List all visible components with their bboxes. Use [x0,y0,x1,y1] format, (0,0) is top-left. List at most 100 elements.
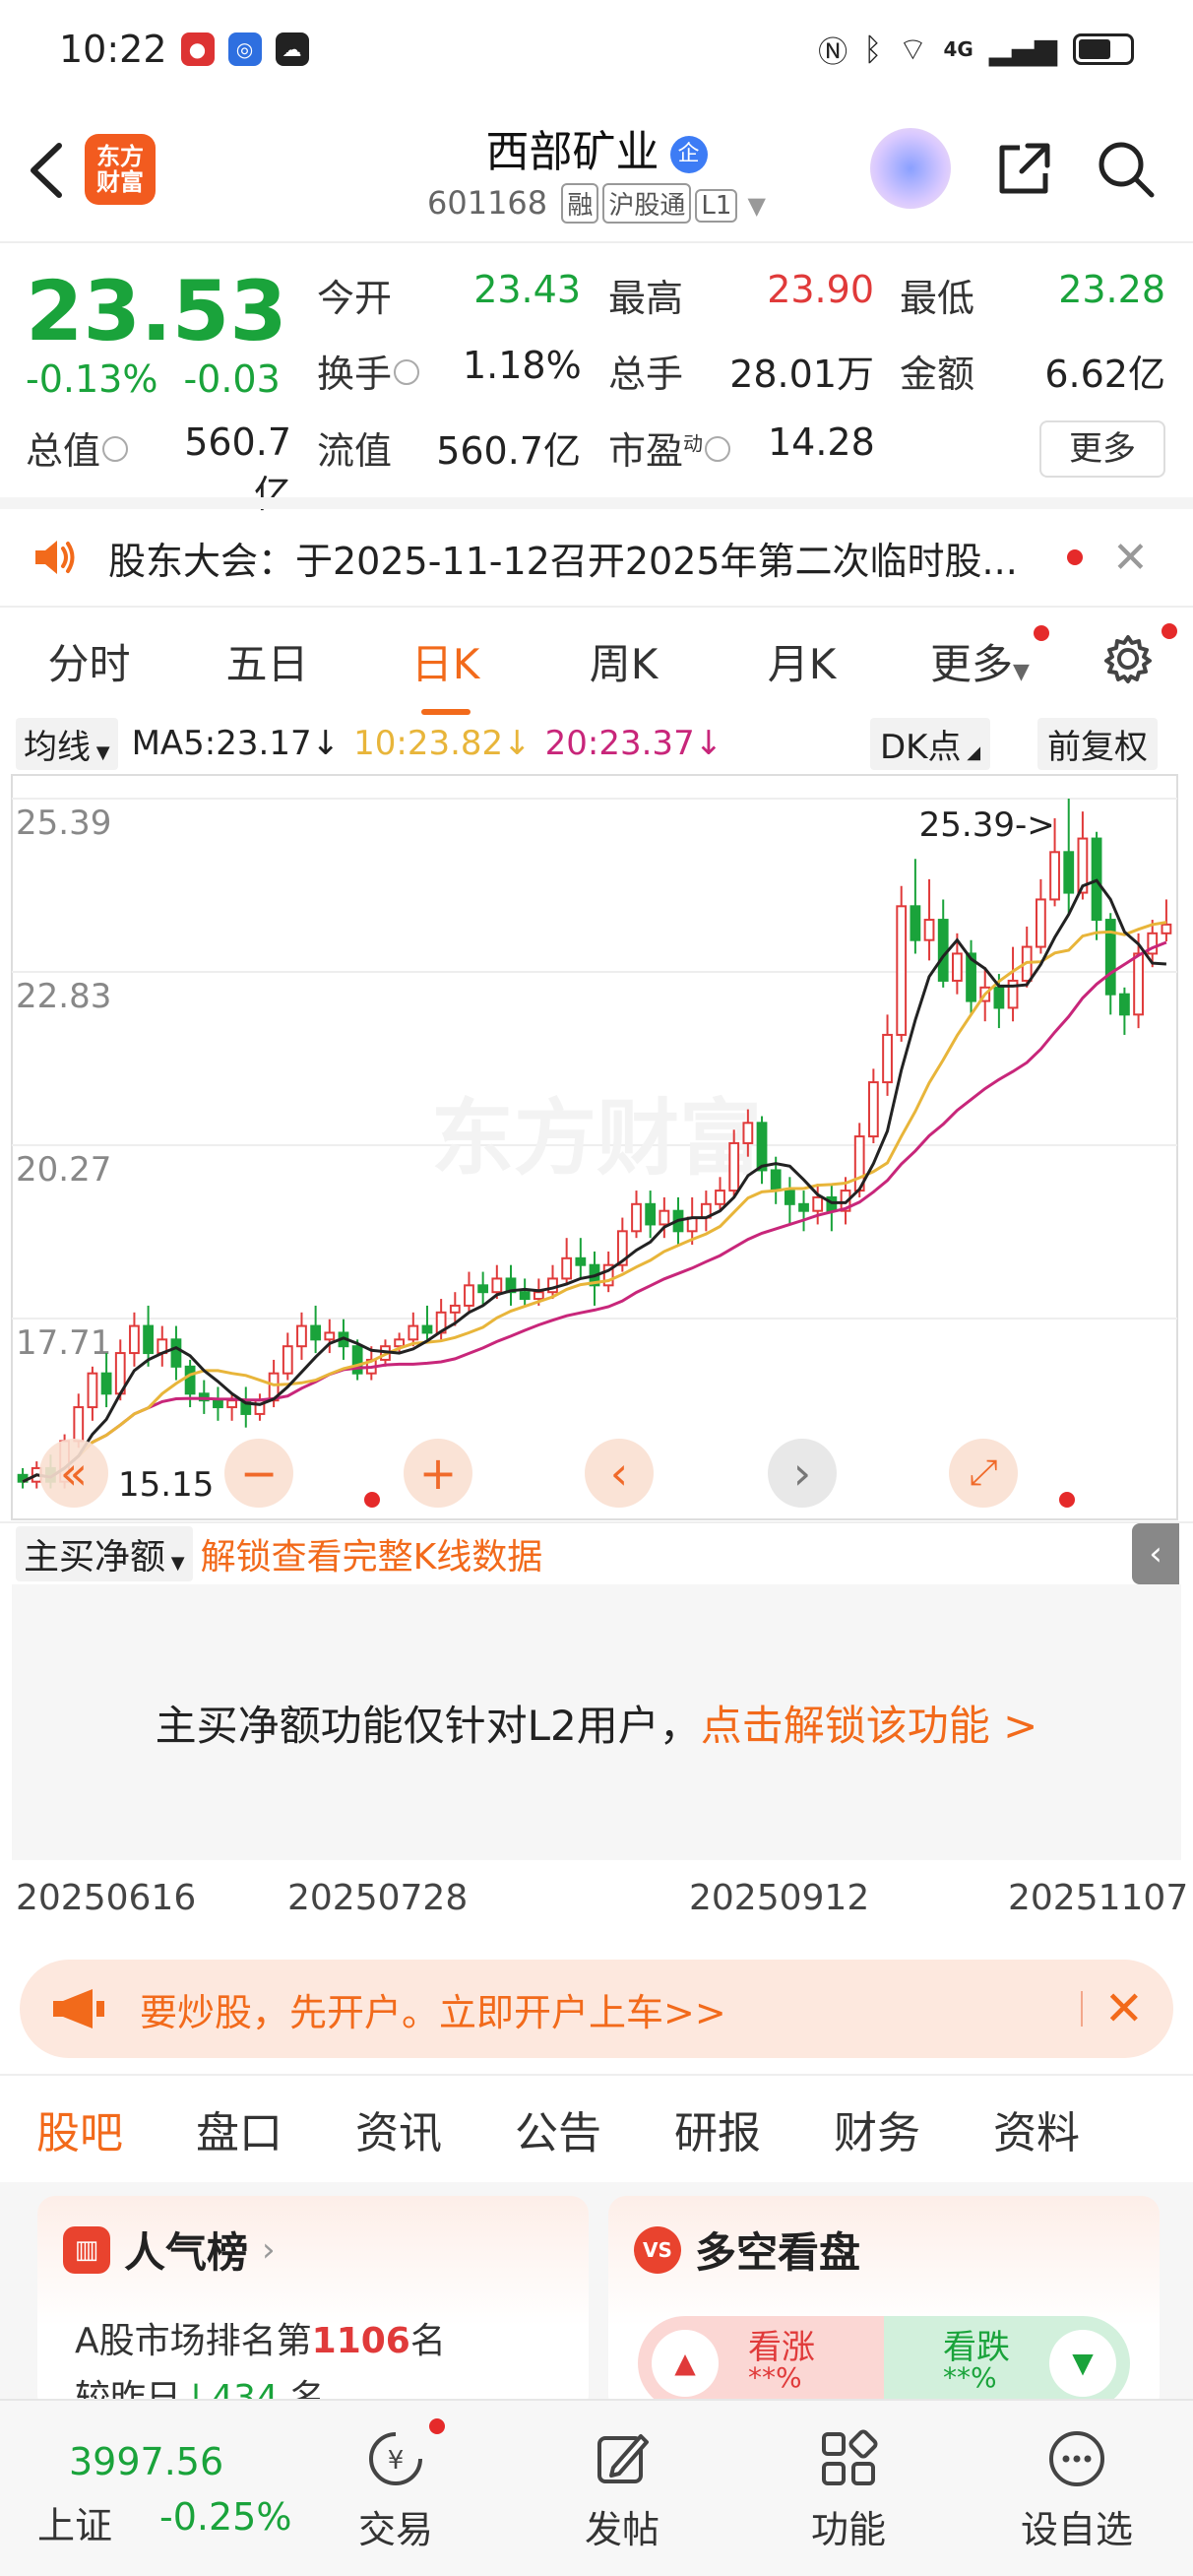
nav-trade[interactable]: ¥ 交易 [327,2418,465,2553]
vote-down-button[interactable]: 看跌 **% ▼ [884,2316,1130,2411]
settings-button[interactable] [1069,623,1187,690]
tab-five-day[interactable]: 五日 [178,631,356,691]
more-dots-icon [1049,2431,1104,2486]
date-tick: 20251107 [1008,1878,1189,1918]
unlock-feature-link[interactable]: 点击解锁该功能 > [701,1693,1038,1753]
zoom-in-button[interactable]: + [404,1439,472,1508]
chevron-down-icon: ▼ [1013,659,1030,684]
unread-dot [364,1492,380,1508]
nav-functions[interactable]: 功能 [780,2426,917,2553]
clock: 10:22 [59,28,167,71]
candle-body [533,1291,544,1301]
search-icon[interactable] [1095,138,1158,201]
close-icon[interactable]: ✕ [1104,1981,1144,2036]
price-change: -0.13% -0.03 [26,357,306,401]
open-account-banner[interactable]: 要炒股，先开户。立即开户上车>> ✕ [20,1960,1173,2058]
candle-body [73,1406,85,1443]
subchart-select[interactable]: 主买净额 ▼ [16,1526,193,1581]
pct-change: -0.13% [26,357,158,401]
tab-research[interactable]: 研报 [638,2097,797,2160]
candlestick-svg[interactable]: 25.39 22.83 20.27 17.71 东方财富 25.39-> 15.15 [0,773,1193,1521]
notification-icon: ● [180,32,215,66]
kline-chart[interactable]: 25.39 22.83 20.27 17.71 东方财富 25.39-> 15.15 « −… [0,773,1193,1521]
tab-intraday[interactable]: 分时 [0,631,178,691]
tab-announcements[interactable]: 公告 [478,2097,638,2160]
candle-body [1133,952,1144,1016]
tab-profile[interactable]: 资料 [957,2097,1116,2160]
candle-body [464,1284,474,1307]
unread-dot [1162,623,1177,639]
tab-weekly-k[interactable]: 周K [534,631,713,691]
pe-label[interactable]: 市盈动 [608,420,731,475]
scroll-right-button[interactable]: › [768,1439,837,1508]
ma20-value: 20:23.37↓ [544,724,723,763]
watermark: 东方财富 [431,1090,762,1187]
kline-tabs: 分时 五日 日K 周K 月K 更多▼ [0,606,1193,715]
candle-body [742,1122,754,1144]
candle-body [282,1345,293,1375]
stock-name: 西部矿业 [485,127,659,177]
bull-bear-title: VS 多空看盘 [634,2220,860,2280]
bull-bear-card[interactable]: VS 多空看盘 ▲ 看涨 **% 看跌 **% ▼ [608,2196,1160,2413]
close-icon[interactable]: ✕ [1112,533,1149,583]
more-quote-button[interactable]: 更多 [1039,420,1165,478]
share-icon[interactable] [992,138,1055,201]
candle-body [937,919,949,982]
fullscreen-button[interactable]: ⤢ [949,1439,1018,1508]
tab-forum[interactable]: 股吧 [0,2097,159,2190]
tab-monthly-k[interactable]: 月K [713,631,891,691]
candle-body [519,1291,531,1301]
tag-connect: 沪股通 [602,183,692,224]
candle-body [394,1338,406,1348]
bluetooth-icon: ᛒ [863,31,883,68]
index-value[interactable]: 3997.56 [69,2440,223,2483]
indicator-select[interactable]: 均线 ▼ [16,717,118,770]
index-name[interactable]: 上证 [37,2495,112,2549]
dropdown-icon[interactable]: ▼ [748,192,766,220]
high-label: 最高 [608,277,684,320]
max-price-label: 25.39-> [919,805,1055,845]
candle-body [561,1256,573,1280]
tab-orderbook[interactable]: 盘口 [159,2097,319,2160]
rewind-button[interactable]: « [39,1439,108,1508]
candle-body [143,1324,154,1355]
gear-icon [1104,635,1152,683]
quote-panel: 23.53 -0.13% -0.03 今开 23.43 最高 23.90 最低 2… [0,241,1193,516]
assistant-avatar[interactable] [870,128,951,209]
candle-body [477,1284,489,1294]
tab-news[interactable]: 资讯 [319,2097,478,2160]
turnover-label[interactable]: 换手 [317,344,420,398]
tab-more[interactable]: 更多▼ [891,624,1069,691]
open-label: 今开 [317,277,393,320]
cloud-icon: ☁ [275,32,309,66]
popularity-card[interactable]: ▥ 人气榜 › A股市场排名第1106名 较昨日↓434 名 [37,2196,589,2418]
index-change[interactable]: -0.25% [159,2495,291,2539]
adjust-mode-button[interactable]: 前复权 [1037,718,1158,770]
nav-post[interactable]: 发帖 [553,2426,691,2553]
tab-daily-k[interactable]: 日K [356,631,534,715]
unlock-kline-link[interactable]: 解锁查看完整K线数据 [201,1528,543,1579]
candle-body [575,1256,587,1266]
info-icon [394,359,420,385]
signal-icon: ▂▄▆ [988,32,1057,67]
status-bar: 10:22 ● ◎ ☁ Ⓝ ᛒ ⌔ 4G ▂▄▆ [0,0,1193,98]
dk-point-button[interactable]: DK点 ◢ [870,718,991,770]
candle-body [421,1324,433,1334]
divider [1081,1991,1083,2027]
date-tick: 20250912 [689,1878,870,1918]
tab-finance[interactable]: 财务 [797,2097,957,2160]
y-tick-label: 20.27 [16,1150,111,1190]
ma20-line [22,940,1167,1484]
candle-body [631,1202,642,1233]
notice-text: 股东大会：于2025-11-12召开2025年第二次临时股... [108,539,1018,583]
net-panel-text: 主买净额功能仅针对L2用户， [155,1701,701,1750]
zoom-out-button[interactable]: − [224,1439,293,1508]
notice-bar[interactable]: 股东大会：于2025-11-12召开2025年第二次临时股... ✕ [0,497,1193,606]
collapse-tab[interactable]: ‹ [1132,1523,1179,1584]
y-tick-label: 17.71 [16,1323,111,1363]
mktcap-label[interactable]: 总值 [26,420,129,475]
vote-up-button[interactable]: ▲ 看涨 **% [638,2316,884,2411]
nav-add-watchlist[interactable]: 设自选 [1008,2426,1146,2553]
scroll-left-button[interactable]: ‹ [585,1439,654,1508]
candle-body [129,1324,140,1355]
